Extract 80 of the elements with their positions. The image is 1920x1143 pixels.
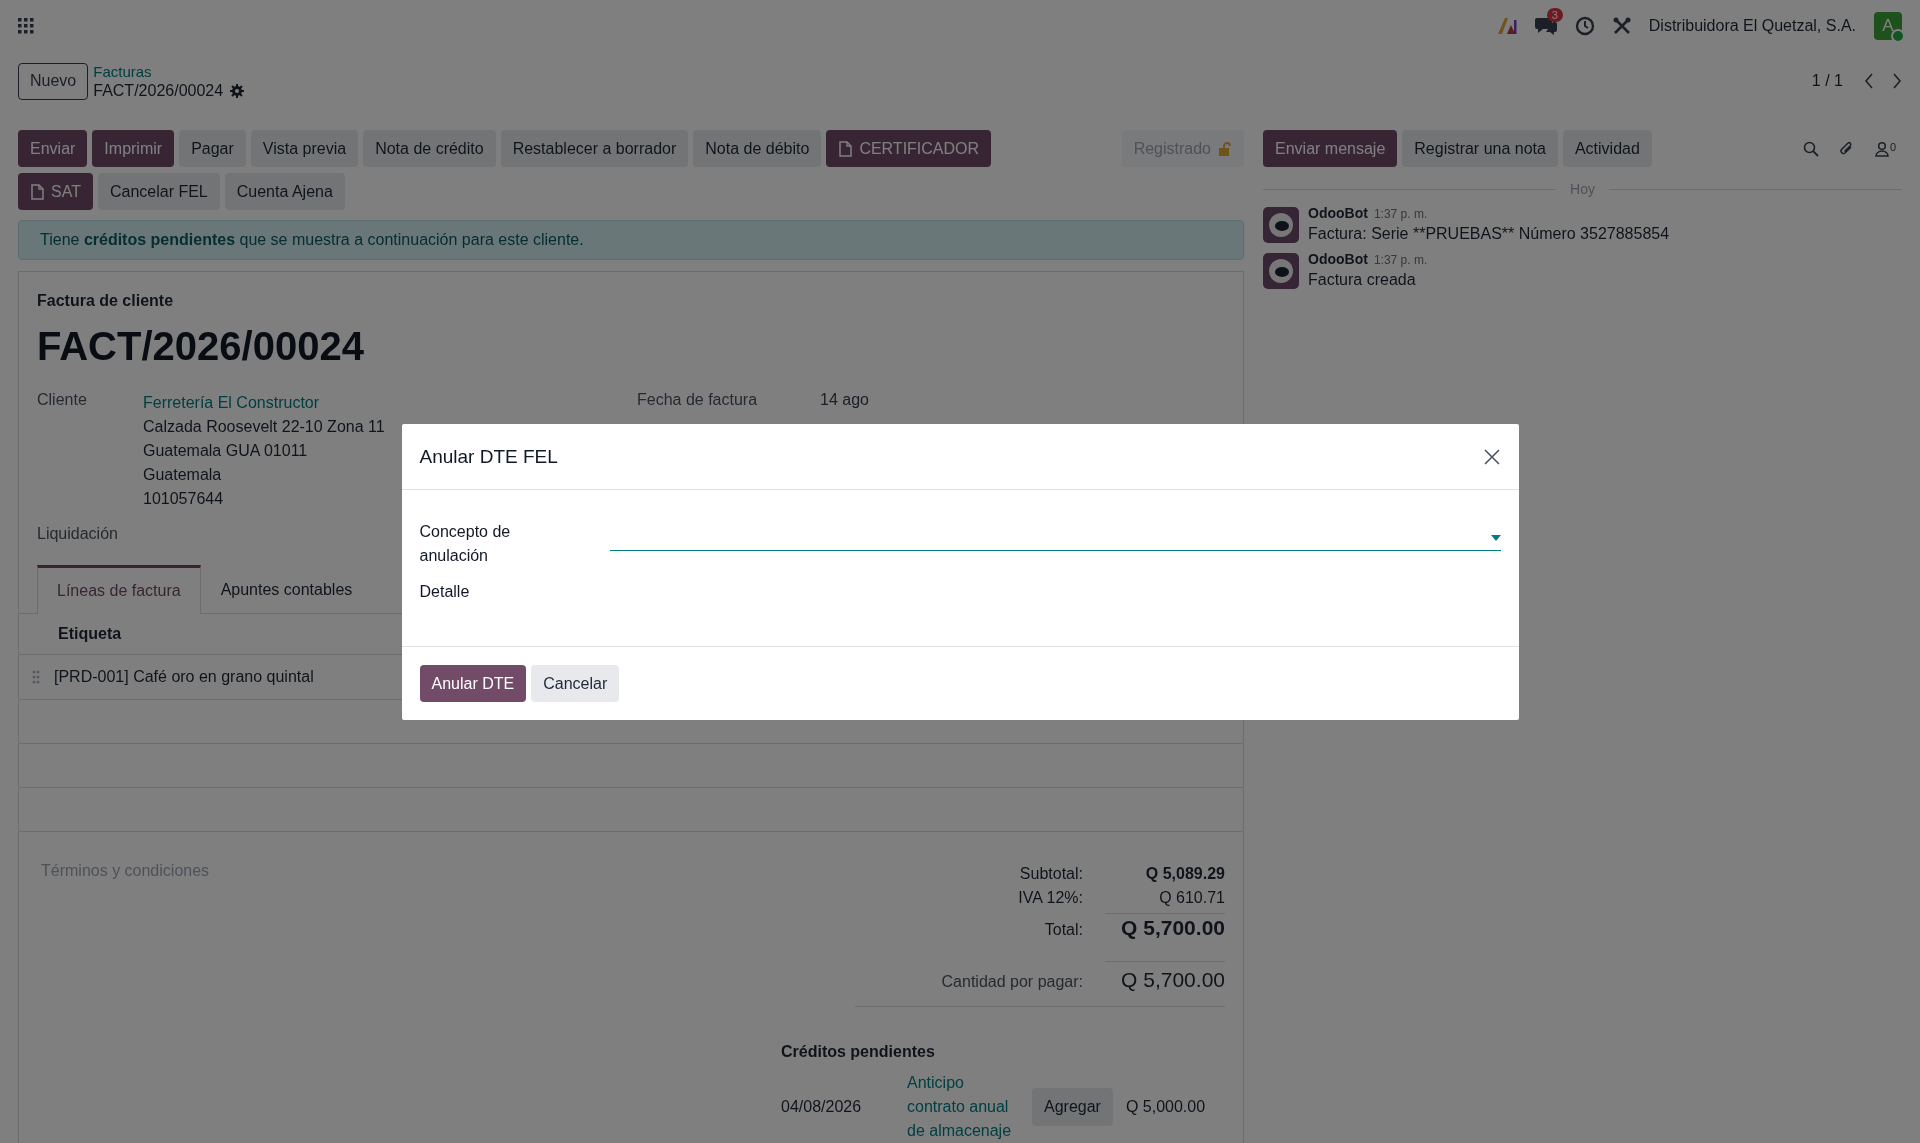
bot-avatar: [1263, 207, 1299, 243]
apps-menu-icon[interactable]: [18, 18, 34, 34]
action-button[interactable]: Registrar una nota: [1402, 130, 1558, 167]
action-button[interactable]: Enviar: [18, 130, 88, 167]
settings-icon[interactable]: [230, 83, 245, 98]
credit-link[interactable]: Anticipo contrato anual de almacenaje: [907, 1071, 1019, 1143]
date-value: 14 ago: [820, 391, 869, 409]
notification-badge: 3: [1546, 8, 1563, 22]
credit-date: 04/08/2026: [781, 1098, 863, 1116]
avatar-initial: A: [1882, 16, 1894, 36]
action-button[interactable]: Anular DTE: [419, 665, 527, 702]
pager-value: 1 / 1: [1811, 72, 1843, 90]
message-body: Factura creada: [1308, 271, 1417, 289]
address-line: Guatemala: [143, 465, 223, 485]
message-time: 1:37 p. m.: [1373, 207, 1428, 221]
search-icon[interactable]: [1802, 140, 1819, 157]
action-button[interactable]: Vista previa: [250, 130, 359, 167]
message-body: Factura: Serie **PRUEBAS** Número 3527885854: [1308, 225, 1670, 243]
document-type-label: Factura de cliente: [37, 292, 175, 310]
total-label: Total:: [1043, 921, 1083, 939]
tab[interactable]: Apuntes contables: [200, 565, 373, 614]
total-value: Q 610.71: [1158, 889, 1225, 907]
action-button[interactable]: Cancelar FEL: [97, 173, 220, 210]
drag-handle-icon[interactable]: [32, 670, 40, 684]
status-dot: [1891, 29, 1905, 43]
action-button[interactable]: Cancelar: [531, 665, 620, 702]
ai-icon[interactable]: [1496, 17, 1517, 35]
document-button[interactable]: SAT: [18, 173, 93, 210]
field-label: Fecha de factura: [637, 391, 759, 409]
document-button[interactable]: CERTIFICADOR: [826, 130, 992, 167]
lock-icon: [1218, 141, 1232, 156]
message-time: 1:37 p. m.: [1373, 253, 1428, 267]
amount-due-label: Cantidad por pagar:: [940, 973, 1083, 991]
action-button[interactable]: Nota de débito: [693, 130, 822, 167]
field-label: Detalle: [419, 582, 471, 602]
bot-avatar: [1263, 253, 1299, 289]
action-button[interactable]: Cuenta Ajena: [224, 173, 345, 210]
file-icon: [838, 140, 853, 157]
caret-icon: [1490, 535, 1501, 541]
action-button[interactable]: Enviar mensaje: [1263, 130, 1398, 167]
tab[interactable]: Líneas de factura: [37, 565, 201, 614]
table-cell: [PRD-001] Café oro en grano quintal: [54, 668, 314, 686]
address-line: 101057644: [143, 489, 225, 509]
close-icon[interactable]: [1482, 447, 1501, 466]
action-button[interactable]: Actividad: [1562, 130, 1652, 167]
add-button[interactable]: Agregar: [1032, 1088, 1113, 1126]
total-value: Q 5,700.00: [1105, 913, 1225, 940]
tools-icon[interactable]: [1612, 17, 1631, 35]
action-button[interactable]: Imprimir: [92, 130, 175, 167]
user-avatar[interactable]: A: [1874, 12, 1902, 40]
address-line: Calzada Roosevelt 22-10 Zona 11: [143, 417, 385, 437]
invoice-number: FACT/2026/00024: [37, 324, 365, 369]
next-icon[interactable]: [1892, 73, 1902, 89]
section-title: Créditos pendientes: [781, 1043, 936, 1061]
address-line: Guatemala GUA 01011: [143, 441, 309, 461]
field-label: Concepto de anulación: [419, 522, 512, 566]
amount-due-value: Q 5,700.00: [1105, 961, 1225, 992]
customer-link[interactable]: Ferretería El Constructor: [143, 391, 385, 415]
total-label: IVA 12%:: [1017, 889, 1083, 907]
file-icon: [30, 183, 44, 200]
field-label: Cliente: [37, 391, 88, 410]
company-name[interactable]: Distribuidora El Quetzal, S.A.: [1648, 17, 1856, 35]
breadcrumb-link[interactable]: Facturas: [93, 62, 245, 81]
record-name: FACT/2026/00024: [93, 81, 224, 100]
action-button[interactable]: Nota de crédito: [363, 130, 496, 167]
action-button[interactable]: Restablecer a borrador: [500, 130, 689, 167]
total-label: Subtotal:: [1018, 865, 1083, 883]
clock-icon[interactable]: [1574, 16, 1595, 36]
credit-amount: Q 5,000.00: [1125, 1098, 1206, 1116]
info-alert: Tiene créditos pendientes que se muestra a continuación para este cliente.: [18, 220, 1244, 260]
person-icon: [1874, 140, 1889, 157]
message-author: OdooBot: [1308, 251, 1368, 267]
message-author: OdooBot: [1308, 205, 1368, 221]
previous-icon[interactable]: [1864, 73, 1874, 89]
new-button[interactable]: Nuevo: [18, 62, 89, 100]
action-button[interactable]: Pagar: [179, 130, 246, 167]
followers-button[interactable]: 0: [1874, 140, 1896, 157]
field-label: Liquidación: [37, 525, 118, 543]
total-value: Q 5,089.29: [1144, 865, 1225, 883]
dialog-title: Anular DTE FEL: [419, 445, 558, 468]
